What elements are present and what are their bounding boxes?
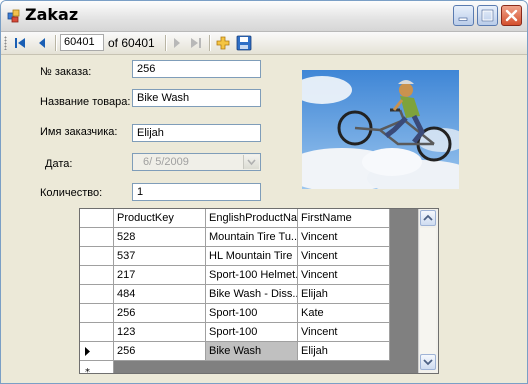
move-last-button[interactable] [188, 35, 204, 51]
scroll-up-button[interactable] [420, 210, 436, 226]
grid-cell-productkey[interactable]: 256 [114, 342, 206, 361]
customer-name-label: Имя заказчика: [40, 126, 118, 138]
grid-cell-firstname[interactable]: Elijah [298, 342, 390, 361]
move-next-icon [174, 38, 180, 48]
minimize-icon [458, 17, 468, 21]
main-window: Zakaz 60401 of 60401 № заказа: 256 Назва… [0, 0, 528, 384]
quantity-field[interactable]: 1 [132, 183, 261, 201]
svg-text:*: * [85, 367, 90, 374]
quantity-label: Количество: [40, 187, 103, 199]
minimize-button[interactable] [453, 5, 474, 26]
count-label: of 60401 [108, 36, 155, 50]
column-header-productkey[interactable]: ProductKey [114, 209, 206, 228]
grid-vertical-scrollbar[interactable] [418, 209, 438, 373]
move-first-button[interactable] [12, 35, 28, 51]
date-value: 6/ 5/2009 [143, 156, 189, 168]
grid-cell-englishproductname[interactable]: Sport-100 Helmet... [206, 266, 298, 285]
save-icon [236, 35, 252, 51]
toolbar-separator [209, 35, 211, 51]
close-button[interactable] [501, 5, 522, 26]
order-number-field[interactable]: 256 [132, 60, 261, 78]
column-header-firstname[interactable]: FirstName [298, 209, 390, 228]
scroll-down-button[interactable] [420, 354, 436, 370]
position-input[interactable]: 60401 [60, 34, 104, 51]
row-header[interactable] [80, 228, 114, 247]
row-header[interactable] [80, 266, 114, 285]
add-icon [216, 36, 230, 50]
column-header-englishproductname[interactable]: EnglishProductName [206, 209, 298, 228]
product-name-field[interactable]: Bike Wash [132, 89, 261, 107]
close-icon [505, 9, 518, 22]
row-header[interactable] [80, 304, 114, 323]
grid-cell-englishproductname[interactable]: Bike Wash - Diss... [206, 285, 298, 304]
chevron-down-icon [247, 159, 256, 166]
row-header[interactable] [80, 285, 114, 304]
move-first-icon [15, 38, 25, 48]
grid-cell-firstname[interactable]: Vincent [298, 247, 390, 266]
grid-cell-englishproductname[interactable]: Mountain Tire Tu... [206, 228, 298, 247]
toolbar-separator [55, 35, 57, 51]
maximize-button[interactable] [477, 5, 498, 26]
title-bar[interactable]: Zakaz [1, 1, 527, 32]
date-dropdown-button[interactable] [243, 155, 259, 169]
grid-cell-productkey[interactable]: 256 [114, 304, 206, 323]
order-number-label: № заказа: [40, 66, 92, 78]
customer-name-field[interactable]: Elijah [132, 124, 261, 142]
row-header[interactable] [80, 342, 114, 361]
date-label: Дата: [45, 158, 73, 170]
chevron-down-icon [423, 359, 433, 366]
window-title: Zakaz [25, 5, 79, 24]
grid-cell-firstname[interactable]: Vincent [298, 323, 390, 342]
maximize-icon [481, 9, 494, 22]
app-icon [7, 9, 21, 23]
product-name-label: Название товара: [40, 96, 131, 108]
save-button[interactable] [236, 35, 252, 51]
date-picker[interactable]: 6/ 5/2009 [132, 153, 261, 171]
move-last-icon [191, 38, 201, 48]
grid-corner-header[interactable] [80, 209, 114, 228]
current-row-arrow-icon [85, 347, 90, 356]
grid-cell-productkey[interactable]: 528 [114, 228, 206, 247]
orders-grid[interactable]: ProductKey EnglishProductName FirstName … [79, 208, 439, 374]
chevron-up-icon [423, 214, 433, 221]
grid-cell-englishproductname[interactable]: Bike Wash [206, 342, 298, 361]
scroll-track[interactable] [420, 228, 436, 354]
move-previous-button[interactable] [34, 35, 50, 51]
move-next-button[interactable] [169, 35, 185, 51]
binding-navigator: 60401 of 60401 [1, 32, 527, 55]
move-previous-icon [39, 38, 45, 48]
grid-cell-firstname[interactable]: Vincent [298, 228, 390, 247]
toolbar-separator [165, 35, 167, 51]
row-header[interactable] [80, 247, 114, 266]
product-photo [302, 70, 459, 189]
grid-cell-productkey[interactable]: 484 [114, 285, 206, 304]
grid-cell-productkey[interactable]: 217 [114, 266, 206, 285]
toolbar-grip[interactable] [4, 36, 7, 50]
grid-cell-productkey[interactable]: 123 [114, 323, 206, 342]
grid-cell-englishproductname[interactable]: Sport-100 [206, 323, 298, 342]
grid-cell-productkey[interactable]: 537 [114, 247, 206, 266]
grid-cell-firstname[interactable]: Vincent [298, 266, 390, 285]
new-row-header[interactable]: * [80, 361, 114, 374]
row-header[interactable] [80, 323, 114, 342]
new-row-asterisk-icon: * [85, 367, 90, 374]
grid-cell-firstname[interactable]: Kate [298, 304, 390, 323]
grid-cell-firstname[interactable]: Elijah [298, 285, 390, 304]
add-new-button[interactable] [215, 35, 231, 51]
grid-cell-englishproductname[interactable]: Sport-100 [206, 304, 298, 323]
grid-cell-englishproductname[interactable]: HL Mountain Tire [206, 247, 298, 266]
